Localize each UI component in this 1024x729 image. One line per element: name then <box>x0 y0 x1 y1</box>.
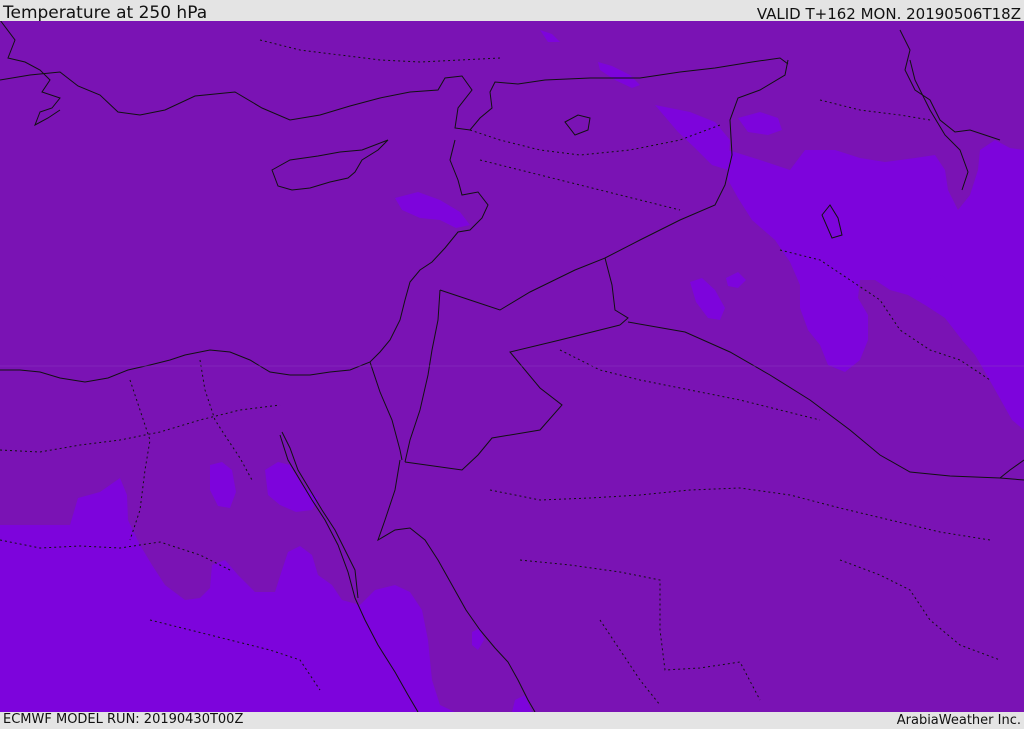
footer-bar: ECMWF MODEL RUN: 20190430T00Z ArabiaWeat… <box>0 712 1024 729</box>
weather-map[interactable] <box>0 21 1024 712</box>
header-bar: Temperature at 250 hPa VALID T+162 MON. … <box>0 0 1024 23</box>
map-title: Temperature at 250 hPa <box>3 3 208 23</box>
map-canvas <box>0 21 1024 712</box>
model-run-label: ECMWF MODEL RUN: 20190430T00Z <box>3 712 244 727</box>
credit-label: ArabiaWeather Inc. <box>896 713 1021 728</box>
